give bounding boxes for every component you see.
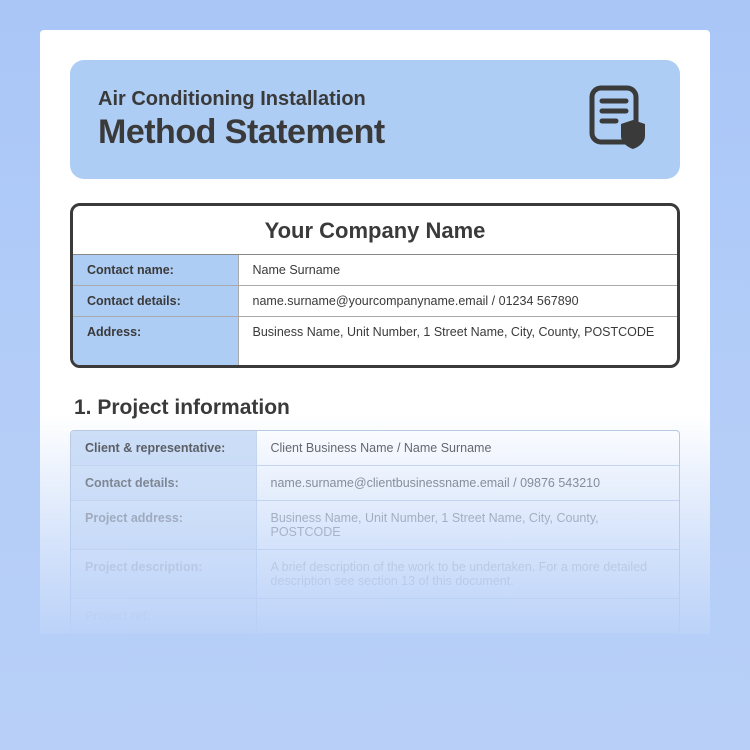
table-row: Project ref:: [71, 598, 679, 633]
company-info-table: Contact name: Name Surname Contact detai…: [73, 255, 677, 365]
title-banner: Air Conditioning Installation Method Sta…: [70, 60, 680, 179]
section-heading: 1. Project information: [74, 396, 680, 420]
field-value: Business Name, Unit Number, 1 Street Nam…: [238, 317, 677, 365]
field-label: Project ref:: [71, 598, 256, 633]
field-label: Project address:: [71, 500, 256, 549]
field-label: Address:: [73, 317, 238, 365]
table-row: Project description: A brief description…: [71, 549, 679, 598]
table-row: Client & representative: Client Business…: [71, 431, 679, 466]
company-info-box: Your Company Name Contact name: Name Sur…: [70, 203, 680, 368]
banner-title: Method Statement: [98, 113, 385, 152]
project-info-box: Client & representative: Client Business…: [70, 430, 680, 634]
table-row: Contact details: name.surname@clientbusi…: [71, 465, 679, 500]
table-row: Address: Business Name, Unit Number, 1 S…: [73, 317, 677, 365]
table-row: Contact details: name.surname@yourcompan…: [73, 286, 677, 317]
field-value: Business Name, Unit Number, 1 Street Nam…: [256, 500, 679, 549]
banner-text: Air Conditioning Installation Method Sta…: [98, 88, 385, 152]
field-label: Contact name:: [73, 255, 238, 286]
company-name-heading: Your Company Name: [73, 206, 677, 255]
project-info-table: Client & representative: Client Business…: [71, 431, 679, 633]
document-shield-icon: [582, 82, 652, 157]
field-value: [256, 598, 679, 633]
document-page: Air Conditioning Installation Method Sta…: [40, 30, 710, 634]
field-label: Contact details:: [71, 465, 256, 500]
table-row: Project address: Business Name, Unit Num…: [71, 500, 679, 549]
field-value: Client Business Name / Name Surname: [256, 431, 679, 466]
field-label: Client & representative:: [71, 431, 256, 466]
field-label: Project description:: [71, 549, 256, 598]
banner-subtitle: Air Conditioning Installation: [98, 88, 385, 111]
field-value: name.surname@yourcompanyname.email / 012…: [238, 286, 677, 317]
field-label: Contact details:: [73, 286, 238, 317]
table-row: Contact name: Name Surname: [73, 255, 677, 286]
field-value: name.surname@clientbusinessname.email / …: [256, 465, 679, 500]
field-value: Name Surname: [238, 255, 677, 286]
field-value: A brief description of the work to be un…: [256, 549, 679, 598]
